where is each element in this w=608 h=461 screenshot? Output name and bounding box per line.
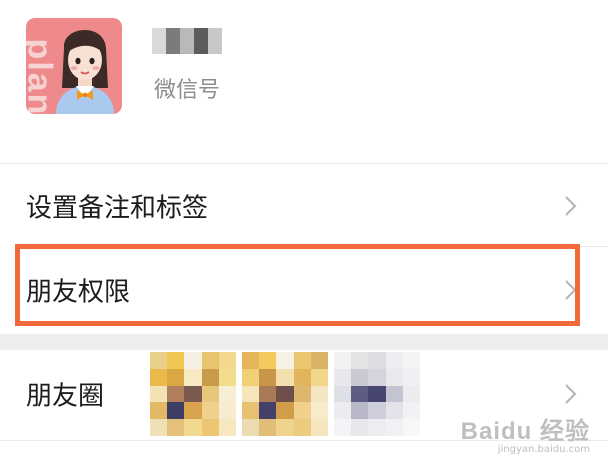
blurred-nickname bbox=[152, 28, 222, 54]
moments-photo bbox=[242, 352, 328, 436]
chevron-right-icon bbox=[565, 384, 577, 404]
section-gap bbox=[0, 334, 608, 350]
moments-photo bbox=[334, 352, 420, 436]
moments-label: 朋友圈 bbox=[26, 381, 105, 412]
set-remark-tags-label: 设置备注和标签 bbox=[26, 193, 209, 224]
wechat-id-label: 微信号 bbox=[154, 78, 221, 103]
watermark-main-text: Baidu 经验 bbox=[460, 418, 590, 445]
baidu-watermark: Baidu 经验 jingyan.baidu.com bbox=[461, 411, 590, 455]
moments-photo bbox=[150, 352, 236, 436]
moments-thumbnails bbox=[150, 352, 420, 436]
chevron-right-icon bbox=[565, 196, 577, 216]
contact-profile-header: plan 微信号 bbox=[0, 0, 608, 160]
avatar-illustration bbox=[56, 29, 114, 114]
set-remark-tags-row[interactable]: 设置备注和标签 bbox=[0, 168, 608, 244]
divider bbox=[0, 163, 608, 164]
contact-avatar[interactable]: plan bbox=[26, 18, 122, 114]
highlight-box bbox=[15, 244, 580, 326]
